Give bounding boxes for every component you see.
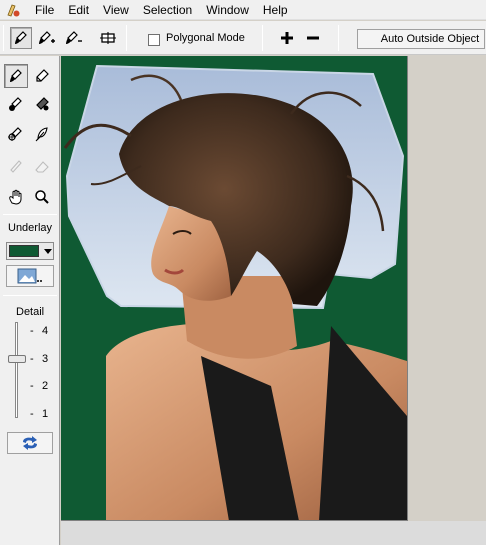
detail-tick-4: - — [30, 325, 34, 337]
underlay-color-picker[interactable] — [6, 242, 54, 260]
minus-icon — [307, 36, 319, 40]
menu-bar: File Edit View Selection Window Help — [0, 0, 486, 20]
detail-brush-button[interactable] — [4, 92, 28, 116]
detail-tick-2: - — [30, 380, 34, 392]
detail-tick-label: 4 — [42, 325, 49, 337]
panel-separator — [3, 214, 57, 215]
zoom-in-button[interactable] — [276, 28, 298, 48]
magnifier-icon — [35, 190, 49, 204]
refresh-icon — [23, 436, 37, 450]
brush-minus-icon — [66, 31, 82, 44]
brush-icon — [10, 69, 22, 82]
pencil-disabled-icon — [10, 160, 22, 173]
fill-icon — [36, 97, 49, 111]
detail-brush-icon — [9, 97, 22, 111]
refresh-button[interactable] — [7, 432, 53, 454]
image-icon — [17, 268, 42, 284]
panel-separator — [3, 295, 57, 296]
detail-tick-3: - — [30, 353, 34, 365]
canvas-bottom-margin — [61, 521, 486, 545]
crop-icon — [100, 32, 116, 44]
feather-icon — [35, 127, 48, 142]
eraser-tool-button[interactable] — [30, 155, 54, 179]
image-canvas[interactable] — [61, 56, 408, 521]
canvas-margin — [409, 56, 486, 521]
polygonal-mode-checkbox[interactable] — [148, 34, 160, 46]
menu-edit[interactable]: Edit — [61, 0, 96, 20]
background-brush-button[interactable] — [30, 64, 54, 88]
left-tool-panel: Underlay Detail - 4 - 3 - 2 - 1 — [0, 56, 60, 545]
zoom-out-button[interactable] — [302, 28, 324, 48]
zoom-tool-button[interactable] — [30, 185, 54, 209]
menu-window[interactable]: Window — [199, 0, 256, 20]
detail-label: Detail — [16, 306, 45, 318]
dropdown-arrow-icon — [44, 248, 52, 254]
menu-file[interactable]: File — [28, 0, 61, 20]
app-icon — [4, 1, 22, 19]
plus-icon — [281, 32, 293, 44]
polygonal-mode-label: Polygonal Mode — [166, 32, 245, 44]
underlay-label: Underlay — [8, 222, 53, 234]
toolbar-separator — [3, 25, 4, 51]
toolbar-separator — [126, 25, 127, 51]
hand-tool-button[interactable] — [4, 185, 28, 209]
feather-tool-button[interactable] — [30, 122, 54, 146]
brush-plus-icon — [39, 31, 55, 44]
hand-icon — [9, 189, 22, 205]
underlay-color-swatch — [9, 245, 39, 257]
keep-tool-button[interactable] — [4, 122, 28, 146]
menu-help[interactable]: Help — [256, 0, 295, 20]
detail-tick-label: 2 — [42, 380, 49, 392]
eraser-disabled-icon — [35, 161, 49, 173]
fill-brush-button[interactable] — [30, 92, 54, 116]
cutout-photo — [63, 64, 407, 520]
toolbar: Polygonal Mode Auto Outside Object — [0, 21, 486, 55]
foreground-brush-button[interactable] — [4, 64, 28, 88]
detail-slider-thumb[interactable] — [8, 354, 26, 363]
marker-icon — [36, 69, 49, 82]
detail-tick-1: - — [30, 408, 34, 420]
detail-tick-label: 3 — [42, 353, 49, 365]
canvas-area — [61, 56, 486, 545]
crop-tool-button[interactable] — [97, 27, 119, 49]
menu-selection[interactable]: Selection — [136, 0, 199, 20]
toolbar-separator — [262, 25, 263, 51]
keep-brush-icon — [8, 127, 22, 141]
detail-slider-track[interactable] — [15, 322, 18, 418]
toolbar-separator — [338, 25, 339, 51]
pencil-tool-button[interactable] — [4, 155, 28, 179]
detail-tick-label: 1 — [42, 408, 49, 420]
brush-add-button[interactable] — [36, 27, 58, 49]
auto-outside-object-button[interactable]: Auto Outside Object — [357, 29, 485, 49]
brush-remove-button[interactable] — [63, 27, 85, 49]
brush-tool-button[interactable] — [10, 27, 32, 49]
brush-icon — [15, 31, 27, 44]
underlay-image-button[interactable] — [6, 265, 54, 287]
menu-view[interactable]: View — [96, 0, 136, 20]
